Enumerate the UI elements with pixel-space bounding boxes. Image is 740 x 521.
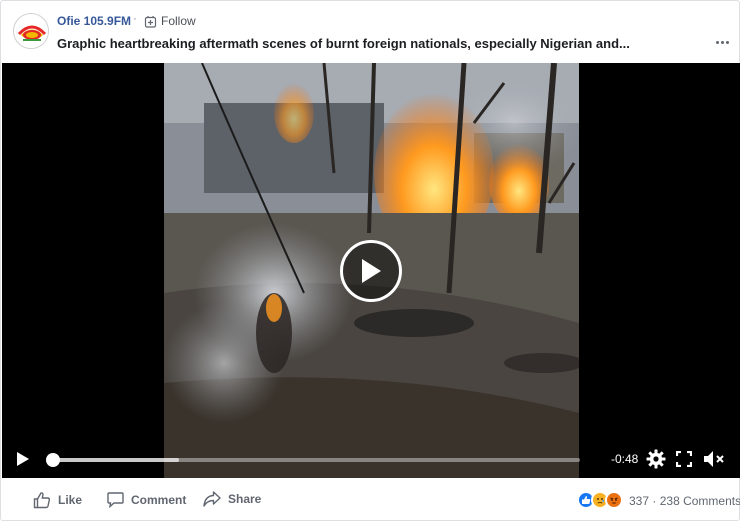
time-remaining: -0:48: [611, 452, 639, 466]
share-button[interactable]: Share: [203, 491, 261, 507]
fullscreen-icon[interactable]: [676, 451, 692, 467]
more-options-icon[interactable]: [713, 35, 731, 49]
follow-label: Follow: [161, 14, 196, 28]
reaction-count[interactable]: 337: [629, 494, 649, 508]
post-title[interactable]: Graphic heartbreaking aftermath scenes o…: [57, 36, 630, 51]
share-label: Share: [228, 492, 262, 506]
play-control-icon[interactable]: [16, 451, 30, 467]
post-card: Ofie 105.9FM · Follow Graphic heartbreak…: [0, 0, 740, 521]
mute-icon[interactable]: [703, 450, 725, 468]
buffered-bar: [52, 458, 179, 462]
page-name-link[interactable]: Ofie 105.9FM: [57, 14, 131, 28]
angry-reaction-icon: [605, 491, 623, 509]
comment-icon: [107, 492, 124, 508]
video-player[interactable]: -0:48: [2, 63, 740, 478]
like-label: Like: [58, 493, 83, 507]
separator-dot: ·: [133, 11, 137, 25]
thumbs-up-icon: [33, 492, 51, 509]
comments-count-link[interactable]: 238 Comments: [660, 494, 740, 508]
share-icon: [203, 491, 221, 507]
ofie-logo-icon: [15, 15, 48, 48]
follow-icon: [144, 15, 157, 28]
settings-gear-icon[interactable]: [646, 449, 666, 469]
play-icon: [362, 259, 381, 283]
comment-button[interactable]: Comment: [107, 491, 186, 508]
post-action-bar: Like Comment Share 337 · 238 Comments: [1, 479, 740, 521]
progress-scrubber[interactable]: [46, 453, 580, 467]
post-header: Ofie 105.9FM · Follow Graphic heartbreak…: [1, 1, 739, 63]
like-button[interactable]: Like: [33, 491, 82, 509]
video-controls: -0:48: [2, 440, 740, 478]
reaction-icons[interactable]: [577, 491, 623, 509]
engagement-counts: 337 · 238 Comments: [629, 494, 740, 508]
comment-label: Comment: [131, 492, 187, 507]
count-separator: ·: [652, 494, 657, 508]
scrubber-handle[interactable]: [46, 453, 60, 467]
page-avatar[interactable]: [13, 13, 49, 49]
follow-button[interactable]: Follow: [144, 14, 196, 28]
play-overlay-button[interactable]: [340, 240, 402, 302]
